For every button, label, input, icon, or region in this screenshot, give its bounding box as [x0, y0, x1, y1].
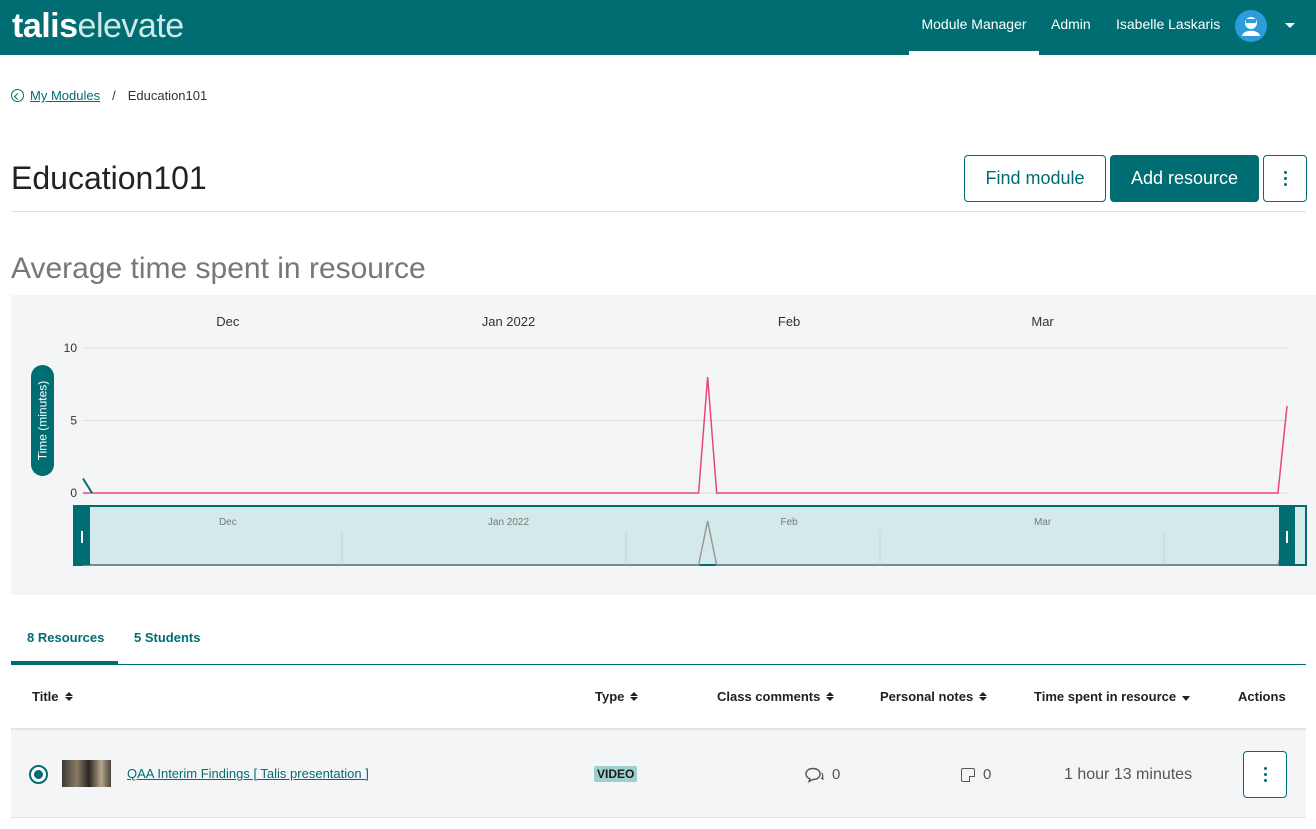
- range-navigator: [73, 505, 1307, 566]
- page-title: Education101: [11, 160, 207, 196]
- y-tick-label: 0: [70, 486, 77, 500]
- resource-title-link[interactable]: QAA Interim Findings [ Talis presentatio…: [127, 766, 369, 781]
- row-select-radio[interactable]: [29, 765, 48, 784]
- time-spent-value: 1 hour 13 minutes: [1064, 766, 1193, 783]
- resource-type-badge: VIDEO: [594, 766, 638, 782]
- nav-user-name[interactable]: Isabelle Laskaris: [1116, 0, 1220, 55]
- series-line: [83, 376, 1288, 494]
- class-comments-count: 0: [832, 766, 841, 783]
- time-spent-chart: 0 5 10 Time (minutes) Dec Jan 2022 Feb Mar De…: [31, 314, 1307, 566]
- column-header-comments-label: Class comments: [717, 689, 821, 704]
- nav-module-manager[interactable]: Module Manager: [909, 0, 1039, 55]
- sort-icon: [64, 692, 73, 701]
- column-header-comments[interactable]: Class comments: [717, 689, 835, 704]
- navigator-label: Jan 2022: [488, 517, 530, 528]
- y-axis-label: Time (minutes): [36, 381, 50, 461]
- personal-notes-cell: 0: [961, 766, 991, 783]
- kebab-menu-icon: [1263, 767, 1267, 782]
- breadcrumb-current: Education101: [127, 88, 208, 103]
- navigator-label: Dec: [219, 517, 237, 528]
- x-month-label: Jan 2022: [482, 314, 536, 329]
- more-options-button[interactable]: [1263, 155, 1307, 202]
- column-header-notes[interactable]: Personal notes: [880, 689, 988, 704]
- column-header-title[interactable]: Title: [32, 689, 73, 704]
- sort-icon: [826, 692, 835, 701]
- breadcrumb-my-modules-link[interactable]: My Modules: [30, 88, 100, 103]
- column-header-time-label: Time spent in resource: [1034, 689, 1177, 704]
- breadcrumb-separator: /: [112, 88, 116, 103]
- user-avatar-graphic: [1242, 17, 1260, 36]
- row-actions-button[interactable]: [1243, 751, 1287, 798]
- back-arrow-icon[interactable]: [11, 89, 24, 102]
- chart-panel: 0 5 10 Time (minutes) Dec Jan 2022 Feb Mar De…: [11, 295, 1316, 595]
- column-header-title-label: Title: [32, 689, 59, 704]
- tab-students[interactable]: 5 Students: [134, 630, 200, 664]
- column-header-type[interactable]: Type: [595, 689, 639, 704]
- navigator-label: Mar: [1034, 517, 1052, 528]
- y-tick-label: 10: [64, 341, 78, 355]
- x-month-label: Feb: [778, 314, 800, 329]
- note-icon: [961, 767, 975, 782]
- x-month-label: Mar: [1031, 314, 1054, 329]
- logo-bold-text: talis: [12, 7, 78, 45]
- navigator-label: Feb: [780, 517, 798, 528]
- comment-icon: [805, 767, 824, 783]
- video-thumbnail: [62, 760, 111, 787]
- column-header-time[interactable]: Time spent in resource: [1034, 689, 1191, 704]
- talis-elevate-logo[interactable]: taliselevate: [12, 6, 184, 46]
- top-navigation-bar: taliselevate Module Manager Admin Isabel…: [0, 0, 1316, 55]
- chart-heading: Average time spent in resource: [11, 252, 426, 285]
- y-tick-label: 5: [70, 414, 77, 428]
- tab-bar: 8 Resources 5 Students: [11, 622, 1306, 665]
- x-month-label: Dec: [216, 314, 240, 329]
- find-module-button[interactable]: Find module: [964, 155, 1106, 202]
- column-header-notes-label: Personal notes: [880, 689, 974, 704]
- kebab-menu-icon: [1283, 171, 1287, 186]
- add-resource-button[interactable]: Add resource: [1110, 155, 1259, 202]
- nav-admin[interactable]: Admin: [1051, 0, 1091, 55]
- tab-resources[interactable]: 8 Resources: [11, 630, 118, 664]
- caret-down-icon[interactable]: [1285, 23, 1295, 28]
- title-divider: [11, 211, 1306, 212]
- sort-icon: [979, 692, 988, 701]
- class-comments-cell: 0: [804, 766, 840, 783]
- series-line: [82, 477, 93, 494]
- column-header-actions: Actions: [1238, 689, 1286, 704]
- column-header-type-label: Type: [595, 689, 625, 704]
- user-avatar-icon[interactable]: [1235, 10, 1267, 42]
- personal-notes-count: 0: [983, 766, 992, 783]
- sort-descending-icon: [1182, 695, 1191, 701]
- sort-icon: [630, 692, 639, 701]
- breadcrumb: My Modules / Education101: [11, 88, 207, 103]
- logo-light-text: elevate: [77, 7, 185, 45]
